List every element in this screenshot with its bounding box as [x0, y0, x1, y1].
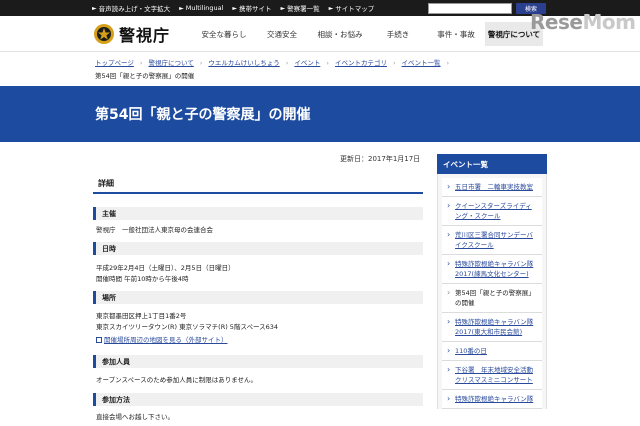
search-input[interactable]	[428, 3, 512, 14]
updated-date: 更新日：2017年1月17日	[340, 155, 421, 163]
page-title: 第54回「親と子の警察展」の開催	[95, 107, 311, 123]
arrow-right-icon: ►	[179, 4, 184, 12]
arrow-right-icon: ►	[92, 4, 97, 12]
venue-map-row: 開催場所周辺の地図を見る（外部サイト）	[96, 334, 228, 344]
site-logo[interactable]: 警視庁	[93, 22, 170, 46]
nav-traffic-safety[interactable]: 交通安全	[253, 22, 311, 46]
utility-link-accessibility[interactable]: ► 音声読み上げ・文字拡大	[92, 3, 170, 14]
breadcrumb-arrow-icon: ›	[446, 59, 450, 67]
participants-text: オープンスペースのため参加人員に制限はありません。	[96, 376, 258, 384]
sidebar-item[interactable]: クイーンスターズライディング・スクール	[442, 197, 542, 226]
organizer-text: 警視庁 一般社団法人東京母の会連合会	[96, 226, 213, 234]
venue-map-link[interactable]: 開催場所周辺の地図を見る（外部サイト）	[104, 336, 228, 344]
arrow-right-icon: ►	[232, 4, 238, 12]
sidebar-item[interactable]: 特殊詐欺根絶キャラバン隊	[442, 390, 542, 409]
sidebar-item-current: 第54回「親と子の警察展」の開催	[442, 284, 542, 313]
section-title-venue: 場所	[93, 291, 423, 304]
sidebar-item[interactable]: 下谷署 年末地域安全活動クリスマスミニコンサート	[442, 361, 542, 390]
breadcrumb: トップページ › 警視庁について › ウエルカムけいしちょう › イベント › …	[95, 57, 565, 83]
breadcrumb-current: 第54回「親と子の警察展」の開催	[95, 72, 195, 80]
resemom-watermark: ReseMom	[530, 10, 636, 34]
sidebar-event-list: 五日市署 二輪車実技教室 クイーンスターズライディング・スクール 荒川区三署合同…	[437, 174, 547, 409]
datetime-text-2: 開催時間 午前10時から午後4時	[96, 275, 189, 283]
sidebar-item[interactable]: 荒川区三署合同サンデーバイクスクール	[442, 226, 542, 255]
venue-text-2: 東京スカイツリータウン(R) 東京ソラマチ(R) 5階スペース634	[96, 323, 279, 331]
sidebar-item[interactable]: 特殊詐欺根絶キャラバン隊2017(練馬文化センター)	[442, 255, 542, 284]
section-title-datetime: 日時	[93, 242, 423, 255]
breadcrumb-arrow-icon: ›	[199, 59, 203, 67]
breadcrumb-welcome[interactable]: ウエルカムけいしちょう	[208, 57, 279, 70]
sidebar-item[interactable]: 特殊詐欺根絶キャラバン隊2017(東大和市民会館)	[442, 313, 542, 342]
breadcrumb-about[interactable]: 警視庁について	[148, 57, 193, 70]
arrow-right-icon: ►	[328, 4, 334, 12]
how-to-join-text: 直接会場へお越し下さい。	[96, 413, 174, 421]
sidebar-item[interactable]: 五日市署 二輪車実技教室	[442, 178, 542, 197]
breadcrumb-arrow-icon: ›	[139, 59, 143, 67]
utility-links: ► 音声読み上げ・文字拡大 ► Multilingual ► 携帯サイト ► 警察署一覧…	[92, 0, 374, 16]
police-emblem-icon	[94, 24, 114, 44]
breadcrumb-line: トップページ › 警視庁について › ウエルカムけいしちょう › イベント › …	[95, 57, 565, 70]
logo-text: 警視庁	[119, 26, 171, 45]
nav-consultation[interactable]: 相談・お悩み	[311, 22, 369, 46]
section-title-how-to-join: 参加方法	[93, 393, 423, 406]
breadcrumb-event-list[interactable]: イベント一覧	[402, 57, 441, 70]
venue-text-1: 東京都墨田区押上1丁目1番2号	[96, 312, 187, 320]
external-link-icon	[96, 337, 102, 343]
breadcrumb-event[interactable]: イベント	[294, 57, 320, 70]
utility-link-multilingual[interactable]: ► Multilingual	[179, 4, 223, 12]
nav-procedures[interactable]: 手続き	[369, 22, 427, 46]
arrow-right-icon: ►	[280, 4, 286, 12]
section-title-participants: 参加人員	[93, 355, 423, 368]
sidebar-item[interactable]: 110番の日	[442, 342, 542, 361]
section-title-organizer: 主催	[93, 207, 423, 220]
utility-link-mobile[interactable]: ► 携帯サイト	[232, 3, 271, 14]
utility-link-stations[interactable]: ► 警察署一覧	[280, 3, 320, 14]
datetime-text-1: 平成29年2月4日（土曜日）、2月5日（日曜日）	[96, 264, 235, 272]
nav-safe-living[interactable]: 安全な暮らし	[195, 22, 253, 46]
breadcrumb-arrow-icon: ›	[326, 59, 329, 67]
details-heading: 詳細	[93, 174, 423, 194]
utility-link-sitemap[interactable]: ► サイトマップ	[328, 3, 375, 14]
sidebar-heading: イベント一覧	[437, 154, 547, 174]
nav-incidents[interactable]: 事件・事故	[427, 22, 485, 46]
breadcrumb-arrow-icon: ›	[392, 59, 396, 67]
breadcrumb-event-category[interactable]: イベントカテゴリ	[335, 57, 387, 70]
breadcrumb-arrow-icon: ›	[285, 59, 289, 67]
breadcrumb-top[interactable]: トップページ	[95, 57, 134, 70]
global-nav: 安全な暮らし 交通安全 相談・お悩み 手続き 事件・事故 警視庁について	[195, 22, 543, 46]
